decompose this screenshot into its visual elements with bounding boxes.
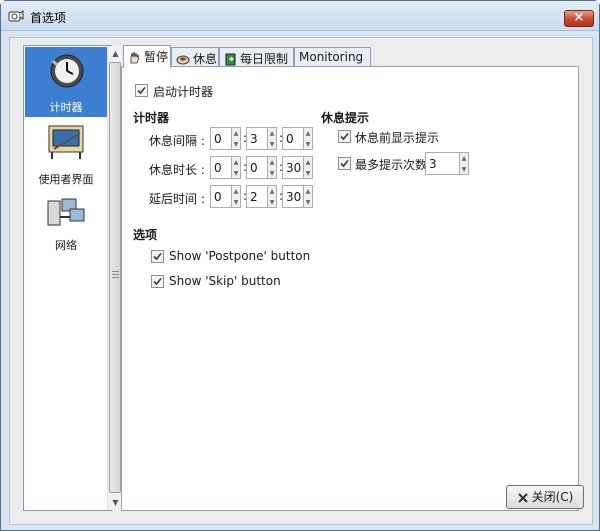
- sidebar-item-user-interface[interactable]: 使用者界面: [25, 117, 107, 187]
- tab-daily-limit[interactable]: 每日限制: [219, 47, 294, 67]
- stepper-value[interactable]: 30: [282, 185, 304, 208]
- decrement-arrow-icon[interactable]: ▼: [232, 197, 240, 208]
- title-bar[interactable]: 首选项 ×: [1, 1, 599, 31]
- scroll-up-arrow-icon[interactable]: ▲: [108, 46, 123, 61]
- sidebar-item-timer[interactable]: 计时器: [25, 47, 107, 117]
- postpone-time-label: 延后时间 :: [149, 192, 205, 206]
- tab-monitoring[interactable]: Monitoring: [294, 47, 371, 67]
- tab-label: 每日限制: [240, 52, 289, 66]
- show-postpone-checkbox[interactable]: [151, 250, 164, 263]
- tab-label: 休息: [193, 52, 218, 66]
- sidebar-scrollbar[interactable]: ▲ ▼: [107, 46, 122, 510]
- close-dialog-button[interactable]: 关闭(C): [506, 485, 584, 509]
- clock-icon: [50, 54, 84, 88]
- tab-label: 暂停: [144, 50, 169, 64]
- decrement-arrow-icon[interactable]: ▼: [268, 197, 276, 208]
- stepper-value[interactable]: 3: [425, 152, 460, 175]
- scrollbar-thumb[interactable]: [109, 62, 121, 493]
- increment-arrow-icon[interactable]: ▲: [268, 157, 276, 168]
- decrement-arrow-icon[interactable]: ▼: [232, 168, 240, 179]
- stepper-value[interactable]: 0: [210, 127, 232, 150]
- category-sidebar: 计时器 使用者界面 网络 ▲ ▼: [23, 45, 122, 511]
- sidebar-item-label: 网络: [55, 239, 77, 252]
- stepper-value[interactable]: 0: [210, 185, 232, 208]
- increment-arrow-icon[interactable]: ▲: [304, 186, 312, 197]
- decrement-arrow-icon[interactable]: ▼: [268, 168, 276, 179]
- increment-arrow-icon[interactable]: ▲: [268, 186, 276, 197]
- break-duration-label: 休息时长 :: [149, 163, 205, 177]
- max-prompts-checkbox[interactable]: [338, 157, 351, 170]
- decrement-arrow-icon[interactable]: ▼: [268, 139, 276, 150]
- tab-break[interactable]: 休息: [171, 47, 219, 67]
- drawing-board-icon: [48, 125, 84, 159]
- increment-arrow-icon[interactable]: ▲: [268, 128, 276, 139]
- preferences-window: 首选项 × 计时器 使用者界面 网络 ▲ ▼ 暂停 休息 每日限制 Monito…: [0, 0, 600, 531]
- app-icon: [8, 10, 24, 22]
- break-prompt-header: 休息提示: [321, 111, 370, 125]
- cup-icon: [176, 55, 190, 64]
- increment-arrow-icon[interactable]: ▲: [304, 128, 312, 139]
- decrement-arrow-icon[interactable]: ▼: [304, 139, 312, 150]
- sidebar-item-network[interactable]: 网络: [25, 191, 107, 261]
- stepper-value[interactable]: 0: [210, 156, 232, 179]
- show-prompt-checkbox[interactable]: [338, 130, 351, 143]
- enable-timer-checkbox[interactable]: [135, 84, 148, 97]
- show-postpone-label: Show 'Postpone' button: [169, 249, 311, 263]
- tab-pause[interactable]: 暂停: [123, 45, 171, 68]
- door-icon: [225, 53, 236, 66]
- stepper-value[interactable]: 30: [282, 156, 304, 179]
- increment-arrow-icon[interactable]: ▲: [232, 128, 240, 139]
- hand-icon: [130, 51, 140, 64]
- window-close-button[interactable]: ×: [564, 10, 594, 27]
- network-computers-icon: [47, 198, 85, 226]
- dialog-client-area: 计时器 使用者界面 网络 ▲ ▼ 暂停 休息 每日限制 Monitoring 启…: [9, 37, 593, 525]
- decrement-arrow-icon[interactable]: ▼: [304, 168, 312, 179]
- show-prompt-label: 休息前显示提示: [355, 131, 440, 145]
- increment-arrow-icon[interactable]: ▲: [232, 186, 240, 197]
- increment-arrow-icon[interactable]: ▲: [232, 157, 240, 168]
- stepper-value[interactable]: 3: [246, 127, 268, 150]
- checkmark-icon: [340, 159, 349, 168]
- increment-arrow-icon[interactable]: ▲: [304, 157, 312, 168]
- stepper-value[interactable]: 0: [246, 156, 268, 179]
- increment-arrow-icon[interactable]: ▲: [460, 153, 468, 164]
- pause-tab-panel: 启动计时器 计时器 休息间隔 : 0 ▲▼ : 3 ▲▼ : 0 ▲▼ 休息时长…: [121, 66, 579, 511]
- close-dialog-label: 关闭(C): [531, 490, 574, 504]
- tab-label: Monitoring: [299, 50, 364, 64]
- show-skip-checkbox[interactable]: [151, 275, 164, 288]
- checkmark-icon: [153, 252, 162, 261]
- checkmark-icon: [137, 86, 146, 95]
- window-title: 首选项: [30, 11, 67, 25]
- checkmark-icon: [153, 277, 162, 286]
- decrement-arrow-icon[interactable]: ▼: [304, 197, 312, 208]
- decrement-arrow-icon[interactable]: ▼: [460, 164, 468, 175]
- options-header: 选项: [133, 228, 158, 242]
- enable-timer-label: 启动计时器: [153, 85, 214, 99]
- checkmark-icon: [340, 132, 349, 141]
- sidebar-item-label: 计时器: [49, 101, 83, 114]
- timers-header: 计时器: [133, 111, 170, 125]
- stepper-value[interactable]: 2: [246, 185, 268, 208]
- close-icon: [517, 492, 528, 503]
- sidebar-item-label: 使用者界面: [38, 173, 94, 186]
- decrement-arrow-icon[interactable]: ▼: [232, 139, 240, 150]
- show-skip-label: Show 'Skip' button: [169, 274, 281, 288]
- stepper-value[interactable]: 0: [282, 127, 304, 150]
- max-prompts-label: 最多提示次数: [355, 158, 428, 172]
- break-interval-label: 休息间隔 :: [149, 134, 205, 148]
